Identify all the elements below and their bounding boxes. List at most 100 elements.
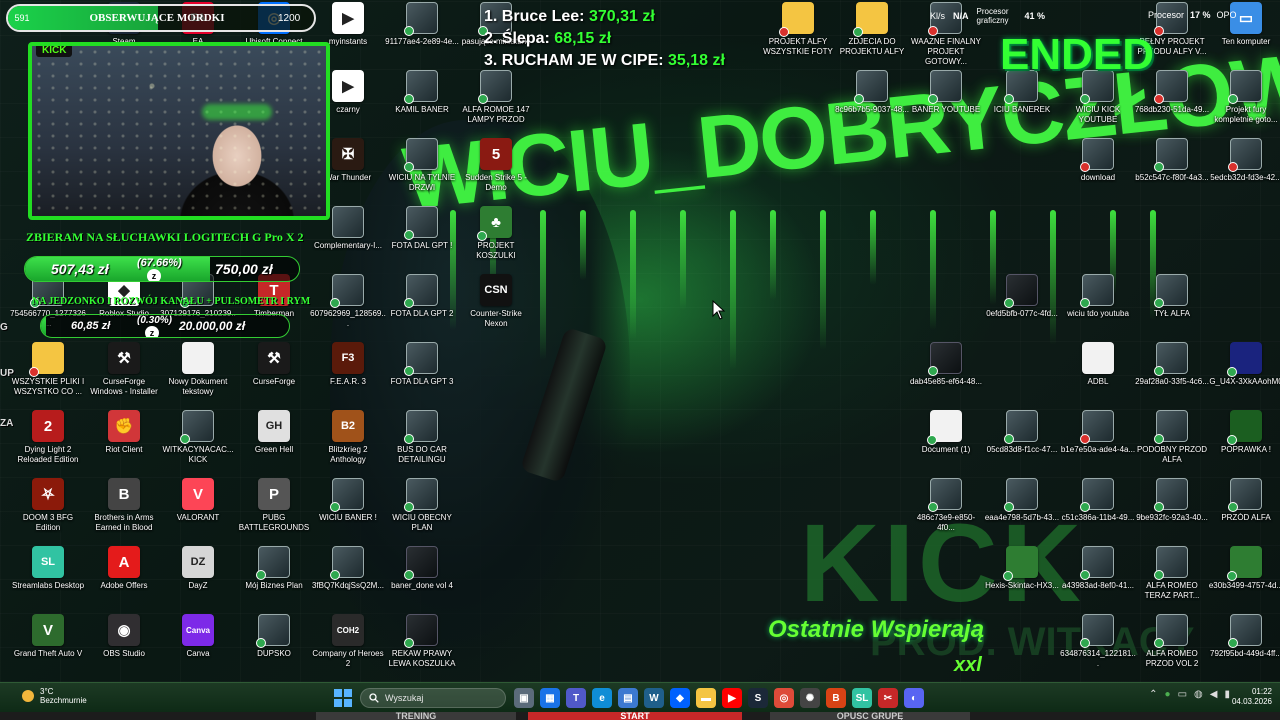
desktop-icon-brothers[interactable]: B Brothers in Arms Earned in Blood (86, 476, 162, 544)
desktop-icon-dayz[interactable]: DZ DayZ (160, 544, 236, 612)
desktop-icon-imgb1e7[interactable]: b1e7e50a-ade4-4a... (1060, 408, 1136, 476)
desktop-icon-imgeaa4[interactable]: eaa4e798-5d7b-43... (984, 476, 1060, 544)
desktop-icon-img6348[interactable]: 634876314_122181... (1060, 612, 1136, 680)
desktop-icon-wiciuobecny[interactable]: WICIU OBECNY PLAN (384, 476, 460, 544)
desktop-icon-img91177[interactable]: 91177ae4-2e89-4e... (384, 0, 460, 68)
battery-icon[interactable]: ▮ (1224, 689, 1230, 700)
desktop-icon-coh2[interactable]: COH2 Company of Heroes 2 (310, 612, 386, 680)
taskbar-youtube-icon[interactable]: ▶ (722, 688, 742, 708)
taskbar-discord-icon[interactable]: ◐ (904, 688, 924, 708)
desktop-icon-wiciutylnie[interactable]: WICIU NA TYLNIE DRZWI (384, 136, 460, 204)
taskbar-capcut-icon[interactable]: ✂ (878, 688, 898, 708)
desktop-icon-fear3[interactable]: F3 F.E.A.R. 3 (310, 340, 386, 408)
desktop-icon-mojbiznes[interactable]: Mój Biznes Plan (236, 544, 312, 612)
volume-icon[interactable]: ◀ (1210, 689, 1218, 700)
desktop-icon-busdocar[interactable]: BUS DO CAR DETAILINGU (384, 408, 460, 476)
taskbar-steam-tb-icon[interactable]: S (748, 688, 768, 708)
desktop-icon-rekawprawy[interactable]: REKAW PRAWY LEWA KOSZULKA (384, 612, 460, 680)
desktop-icon-curseforgeinst[interactable]: ⚒ CurseForge Windows - Installer (86, 340, 162, 408)
desktop-icon-csnexon[interactable]: CSN Counter-Strike Nexon (458, 272, 534, 340)
desktop-icon-dyinglight2[interactable]: 2 Dying Light 2 Reloaded Edition (10, 408, 86, 476)
desktop-icon-adobeoffers[interactable]: A Adobe Offers (86, 544, 162, 612)
desktop-icon-img05cd[interactable]: 05cd83d8-f1cc-47... (984, 408, 1060, 476)
desktop-icon-projektkoszulki[interactable]: ♣ PROJEKT KOSZULKI (458, 204, 534, 272)
taskbar-vscode-icon[interactable]: W (644, 688, 664, 708)
monitor-icon[interactable]: ▭ (1178, 689, 1187, 700)
desktop-icon-imgdab45[interactable]: dab45e85-ef64-48... (908, 340, 984, 408)
desktop-icon-projektfury[interactable]: Projekt fury kompletnie goto... (1208, 68, 1280, 136)
desktop-icon-img8c96[interactable]: 8c96b7b5-9037-48... (834, 68, 910, 136)
desktop-icon-alfaromeoteraz[interactable]: ALFA ROMEO TERAZ PART... (1134, 544, 1210, 612)
taskbar-clock[interactable]: 01:22 04.03.2026 (1232, 687, 1272, 707)
desktop-icon-riotclient[interactable]: ✊ Riot Client (86, 408, 162, 476)
taskbar-explorer-icon[interactable]: ▬ (696, 688, 716, 708)
taskbar-dropbox-icon[interactable]: ◆ (670, 688, 690, 708)
desktop-icon-tylalfa[interactable]: TYŁ ALFA (1134, 272, 1210, 340)
desktop-icon-podobny[interactable]: PODOBNY PRZOD ALFA (1134, 408, 1210, 476)
desktop-icon-witkacynacac[interactable]: WITKACYNACAC... KICK (160, 408, 236, 476)
desktop-icon-img792f[interactable]: 792f95bd-449d-4ff... (1208, 612, 1280, 680)
taskbar-widget-icon[interactable]: ▦ (540, 688, 560, 708)
taskbar-taskview-icon[interactable]: ▣ (514, 688, 534, 708)
desktop-icon-baneryoutube[interactable]: BANER YOUTUBE (908, 68, 984, 136)
desktop-icon-dupsko[interactable]: DUPSKO (236, 612, 312, 680)
desktop-icon-greenhell[interactable]: GH Green Hell (236, 408, 312, 476)
desktop-icon-curseforge[interactable]: ⚒ CurseForge (236, 340, 312, 408)
desktop-icon-img29af[interactable]: 29af28a0-33f5-4c6... (1134, 340, 1210, 408)
desktop-icon-imgb52c[interactable]: b52c547c-f80f-4a3... (1134, 136, 1210, 204)
desktop-icon-kamilbaner[interactable]: KAMIL BANER (384, 68, 460, 136)
desktop-icon-img5edcb[interactable]: 5edcb32d-fd3e-42... (1208, 136, 1280, 204)
desktop-icon-img0efd[interactable]: 0efd5bfb-077c-4fd... (984, 272, 1060, 340)
desktop-icon-valorant[interactable]: V VALORANT (160, 476, 236, 544)
desktop-icon-fotadlagpt3[interactable]: FOTA DLA GPT 3 (384, 340, 460, 408)
desktop-icon-img3fbq[interactable]: 3fBQ7KdqjSsQ2M... (310, 544, 386, 612)
desktop-icon-img9be9[interactable]: 9be932fc-92a3-40... (1134, 476, 1210, 544)
desktop-icon-gu4x[interactable]: G_U4X-3XkAAohM0 (1208, 340, 1280, 408)
desktop-icon-fotadalgpt[interactable]: FOTA DAL GPT ! (384, 204, 460, 272)
desktop-icon-alfaromeoprzod2[interactable]: ALFA ROMEO PRZOD VOL 2 (1134, 612, 1210, 680)
start-button[interactable] (334, 689, 352, 707)
desktop-icon-doom3[interactable]: ⛧ DOOM 3 BFG Edition (10, 476, 86, 544)
search-input[interactable] (385, 693, 495, 703)
desktop-icon-document1[interactable]: Document (1) (908, 408, 984, 476)
desktop-icon-nowydokument[interactable]: Nowy Dokument tekstowy (160, 340, 236, 408)
weather-widget[interactable]: 3°C Bezchmurnie (22, 687, 87, 705)
network-icon[interactable]: ◍ (1194, 689, 1203, 700)
desktop-icon-obs[interactable]: ◉ OBS Studio (86, 612, 162, 680)
desktop-icon-canva[interactable]: Canva Canva (160, 612, 236, 680)
desktop-icon-hexis[interactable]: Hexis-Skintac-HX3... (984, 544, 1060, 612)
desktop-icon-pubg[interactable]: P PUBG BATTLEGROUNDS (236, 476, 312, 544)
desktop-icon-projektalfy[interactable]: PROJEKT ALFY WSZYSTKIE FOTY (760, 0, 836, 68)
trening-button[interactable]: TRENING (316, 712, 516, 720)
desktop-icon-download[interactable]: download (1060, 136, 1136, 204)
desktop-icon-imgc51c[interactable]: c51c386a-11b4-49... (1060, 476, 1136, 544)
taskbar-teams-icon[interactable]: T (566, 688, 586, 708)
taskbar-edge-icon[interactable]: e (592, 688, 612, 708)
desktop-icon-adbl[interactable]: ADBL (1060, 340, 1136, 408)
desktop-icon-poprawka[interactable]: POPRAWKA ! (1208, 408, 1280, 476)
desktop-icon-zdjecia[interactable]: ZDJECIA DO PROJEKTU ALFY (834, 0, 910, 68)
desktop-icon-przodalfa[interactable]: PRZÓD ALFA (1208, 476, 1280, 544)
desktop-icon-imga439[interactable]: a43983ad-8ef0-41... (1060, 544, 1136, 612)
desktop-icon-imge30b[interactable]: e30b3499-4757-4d... (1208, 544, 1280, 612)
desktop-icon-streamlabs[interactable]: SL Streamlabs Desktop (10, 544, 86, 612)
microphone-icon[interactable]: ● (1165, 689, 1171, 700)
desktop-icon-fotadlagpt2[interactable]: FOTA DLA GPT 2 (384, 272, 460, 340)
desktop-icon-banerdone[interactable]: baner_done vol 4 (384, 544, 460, 612)
desktop-icon-wszystkiepliki[interactable]: WSZYSTKIE PLIKI I WSZYSTKO CO ... (10, 340, 86, 408)
desktop-icon-blitzkrieg2[interactable]: B2 Blitzkrieg 2 Anthology (310, 408, 386, 476)
taskbar-streamlabs-tb-icon[interactable]: SL (852, 688, 872, 708)
taskbar-bluestacks-icon[interactable]: B (826, 688, 846, 708)
taskbar-chrome-icon[interactable]: ◎ (774, 688, 794, 708)
taskbar-chatgpt-icon[interactable]: ✺ (800, 688, 820, 708)
taskbar-search[interactable] (360, 688, 506, 708)
desktop-icon-img486c[interactable]: 486c73e9-e850-4f0... (908, 476, 984, 544)
desktop-icon-wiciutdoyt[interactable]: wiciu tdo youtuba (1060, 272, 1136, 340)
taskbar-store-icon[interactable]: ▤ (618, 688, 638, 708)
desktop-icon-gta5[interactable]: V Grand Theft Auto V (10, 612, 86, 680)
start-strip-button[interactable]: START (528, 712, 742, 720)
chevron-up-icon[interactable]: ⌃ (1149, 689, 1157, 700)
desktop-icon-alfaromoe147[interactable]: ALFA ROMOE 147 LAMPY PRZOD (458, 68, 534, 136)
desktop-icon-wiciubaner[interactable]: WICIU BANER ! (310, 476, 386, 544)
opusc-grupe-button[interactable]: OPUŚĆ GRUPĘ (770, 712, 970, 720)
